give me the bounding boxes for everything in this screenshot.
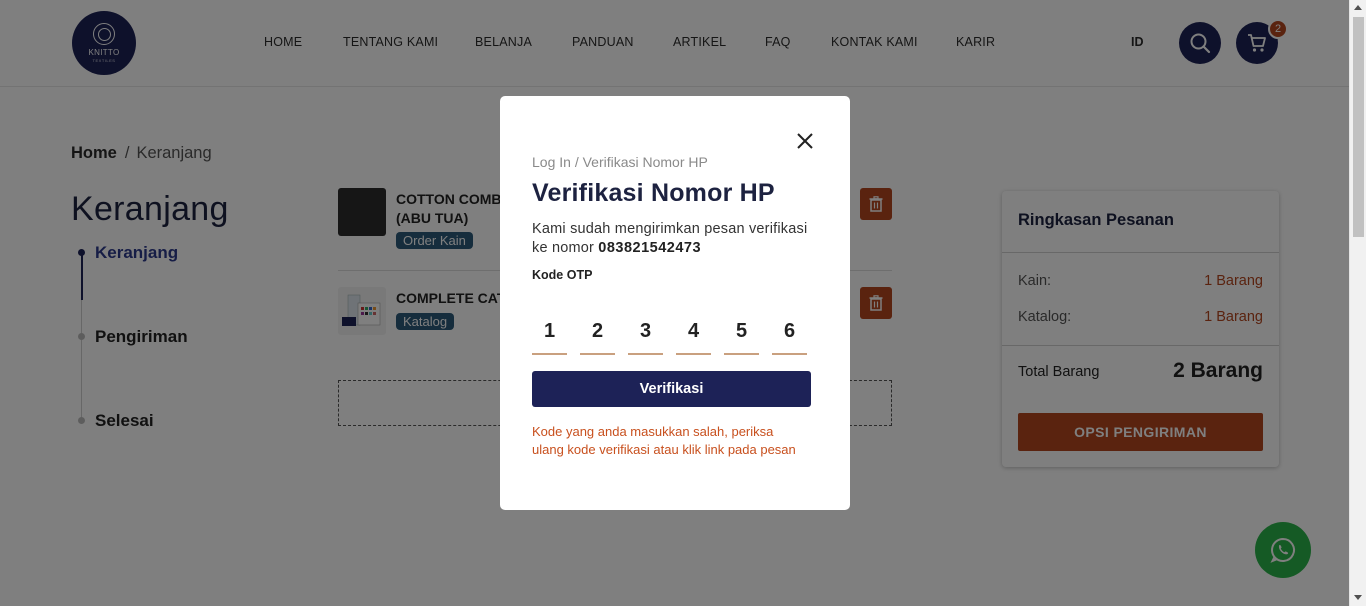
- otp-label: Kode OTP: [532, 268, 593, 282]
- page-scrollbar[interactable]: [1349, 0, 1366, 606]
- scroll-up-icon[interactable]: [1354, 5, 1362, 10]
- error-line: ulang kode verifikasi atau klik link pad…: [532, 442, 796, 457]
- otp-digit-input[interactable]: 3: [628, 310, 663, 355]
- close-icon[interactable]: [796, 132, 814, 150]
- otp-digit-input[interactable]: 5: [724, 310, 759, 355]
- error-line: Kode yang anda masukkan salah, periksa: [532, 424, 774, 439]
- scroll-down-icon[interactable]: [1354, 595, 1362, 600]
- scroll-thumb[interactable]: [1353, 17, 1364, 237]
- verify-button[interactable]: Verifikasi: [532, 371, 811, 407]
- otp-digit-input[interactable]: 4: [676, 310, 711, 355]
- modal-title: Verifikasi Nomor HP: [532, 179, 775, 207]
- modal-description: Kami sudah mengirimkan pesan verifikasi …: [532, 220, 822, 258]
- phone-number: 083821542473: [598, 240, 702, 256]
- modal-breadcrumb: Log In / Verifikasi Nomor HP: [532, 154, 708, 170]
- otp-digit-input[interactable]: 6: [772, 310, 807, 355]
- otp-verification-modal: Log In / Verifikasi Nomor HP Verifikasi …: [500, 96, 850, 510]
- otp-error-message: Kode yang anda masukkan salah, periksa u…: [532, 423, 822, 459]
- otp-digit-input[interactable]: 2: [580, 310, 615, 355]
- otp-digit-input[interactable]: 1: [532, 310, 567, 355]
